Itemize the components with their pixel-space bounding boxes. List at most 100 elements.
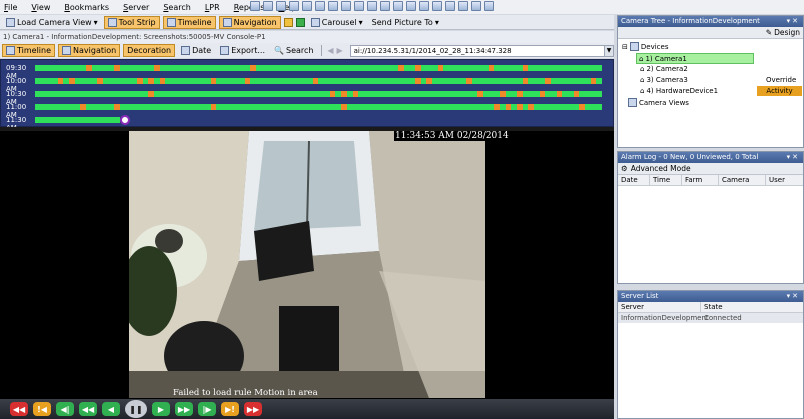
motion-segment[interactable] <box>573 91 580 97</box>
sub-navigation-toggle[interactable]: Navigation <box>58 44 121 57</box>
sub-timeline-toggle[interactable]: Timeline <box>2 44 56 57</box>
motion-segment[interactable] <box>329 91 336 97</box>
camera-video-feed[interactable] <box>129 131 485 398</box>
layout-icon[interactable] <box>471 1 481 11</box>
motion-segment[interactable] <box>244 78 251 84</box>
motion-segment[interactable] <box>426 78 432 84</box>
column-header-camera[interactable]: Camera <box>719 175 766 185</box>
step-forward-fast-button[interactable]: |▶ <box>198 402 216 416</box>
advanced-mode-button[interactable]: ⚙ Advanced Mode <box>618 163 803 175</box>
design-button[interactable]: ✎ Design <box>766 28 800 37</box>
motion-segment[interactable] <box>488 65 495 71</box>
motion-segment[interactable] <box>210 78 217 84</box>
timeline-row[interactable]: 11:30 AM <box>1 114 615 132</box>
step-back-button[interactable]: ◀◀ <box>79 402 97 416</box>
carousel-button[interactable]: Carousel ▾ <box>308 16 366 29</box>
tree-node-devices[interactable]: ⊟ Devices <box>622 42 668 51</box>
address-dropdown-icon[interactable]: ▼ <box>604 45 613 56</box>
motion-segment[interactable] <box>312 78 319 84</box>
menu-lpr[interactable]: LPR <box>205 3 220 12</box>
layout-icon[interactable] <box>367 1 377 11</box>
jump-end-button[interactable]: ▶▶ <box>244 402 262 416</box>
timeline-row[interactable]: 10:00 AM <box>1 75 615 93</box>
motion-segment[interactable] <box>590 78 597 84</box>
motion-segment[interactable] <box>341 91 347 97</box>
forward-arrow-icon[interactable]: ▶ <box>336 46 342 55</box>
motion-segment[interactable] <box>579 104 585 110</box>
layout-icon[interactable] <box>276 1 286 11</box>
layout-icon[interactable] <box>458 1 468 11</box>
prev-event-button[interactable]: !◀ <box>33 402 51 416</box>
layout-icon[interactable] <box>354 1 364 11</box>
menu-server[interactable]: Server <box>123 3 149 12</box>
panel-controls-icon[interactable]: ▾✕ <box>787 152 800 163</box>
jump-start-button[interactable]: ◀◀ <box>10 402 28 416</box>
tool-strip-toggle[interactable]: Tool Strip <box>103 15 160 29</box>
motion-segment[interactable] <box>414 78 421 84</box>
motion-segment[interactable] <box>397 65 404 71</box>
motion-segment[interactable] <box>528 104 534 110</box>
motion-segment[interactable] <box>114 104 121 110</box>
motion-segment[interactable] <box>539 91 546 97</box>
layout-icon[interactable] <box>263 1 273 11</box>
motion-segment[interactable] <box>159 78 166 84</box>
layout-icon[interactable] <box>289 1 299 11</box>
column-header-date[interactable]: Date <box>618 175 650 185</box>
column-header-state[interactable]: State <box>701 302 801 312</box>
motion-segment[interactable] <box>57 78 64 84</box>
lock-icon[interactable] <box>283 17 293 27</box>
layout-icon[interactable] <box>380 1 390 11</box>
menu-search[interactable]: Search <box>163 3 190 12</box>
back-arrow-icon[interactable]: ◀ <box>327 46 333 55</box>
motion-segment[interactable] <box>341 104 347 110</box>
export-button[interactable]: Export... <box>217 44 268 57</box>
layout-icon[interactable] <box>250 1 260 11</box>
recording-bar[interactable] <box>35 78 602 84</box>
navigation-toggle[interactable]: Navigation <box>218 15 281 29</box>
layout-icon[interactable] <box>341 1 351 11</box>
motion-segment[interactable] <box>516 91 523 97</box>
motion-segment[interactable] <box>154 65 160 71</box>
motion-segment[interactable] <box>352 91 359 97</box>
layout-icon[interactable] <box>328 1 338 11</box>
motion-segment[interactable] <box>86 65 92 71</box>
grid-icon[interactable] <box>295 17 305 27</box>
motion-segment[interactable] <box>414 65 421 71</box>
tree-node-camera2[interactable]: ⌂ 2) Camera2 <box>640 65 688 73</box>
motion-segment[interactable] <box>210 104 217 110</box>
timeline-row[interactable]: 11:00 AM <box>1 101 615 119</box>
motion-segment[interactable] <box>148 91 155 97</box>
motion-segment[interactable] <box>494 104 500 110</box>
layout-icon[interactable] <box>445 1 455 11</box>
playhead-marker[interactable] <box>120 115 131 125</box>
column-header-user[interactable]: User <box>766 175 803 185</box>
panel-controls-icon[interactable]: ▾✕ <box>787 291 800 302</box>
motion-segment[interactable] <box>69 78 75 84</box>
layout-icon[interactable] <box>315 1 325 11</box>
motion-segment[interactable] <box>148 78 155 84</box>
motion-segment[interactable] <box>505 104 512 110</box>
step-forward-button[interactable]: ▶▶ <box>175 402 193 416</box>
column-header-time[interactable]: Time <box>650 175 682 185</box>
tree-node-hardware-device1[interactable]: ⌂ 4) HardwareDevice1 <box>640 87 718 95</box>
recording-bar[interactable] <box>35 91 602 97</box>
motion-segment[interactable] <box>522 65 529 71</box>
send-picture-to-button[interactable]: Send Picture To ▾ <box>369 16 442 29</box>
next-event-button[interactable]: ▶! <box>221 402 239 416</box>
panel-controls-icon[interactable]: ▾✕ <box>787 16 800 27</box>
motion-segment[interactable] <box>522 78 529 84</box>
pause-button[interactable]: ❚❚ <box>125 400 147 418</box>
motion-segment[interactable] <box>465 78 472 84</box>
layout-icon[interactable] <box>302 1 312 11</box>
menu-file[interactable]: File <box>4 3 17 12</box>
address-field[interactable]: ai://10.234.5.31/1/2014_02_28_11:34:47.3… <box>349 44 614 57</box>
step-back-fast-button[interactable]: ◀| <box>56 402 74 416</box>
layout-icon[interactable] <box>393 1 403 11</box>
timeline-row[interactable]: 09:30 AM <box>1 62 615 80</box>
motion-segment[interactable] <box>545 78 551 84</box>
decoration-toggle[interactable]: Decoration <box>123 44 176 57</box>
motion-segment[interactable] <box>477 91 483 97</box>
motion-segment[interactable] <box>97 78 104 84</box>
timeline-row[interactable]: 10:30 AM <box>1 88 615 106</box>
motion-segment[interactable] <box>516 104 523 110</box>
